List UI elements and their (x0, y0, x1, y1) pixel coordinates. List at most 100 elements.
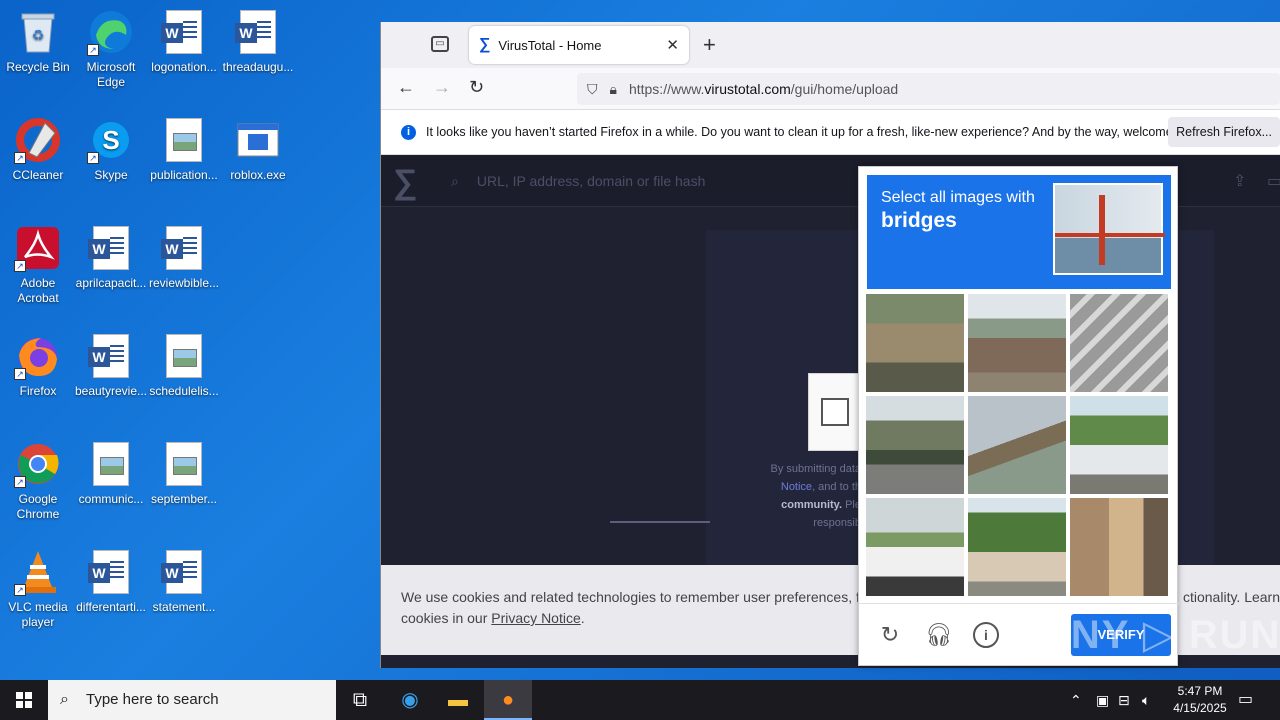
notifications-icon[interactable]: ▭ (1238, 680, 1253, 720)
desktop-icon-differentarti[interactable]: W differentarti... (73, 548, 149, 615)
svg-text:♻: ♻ (32, 27, 45, 43)
search-icon: ⌕ (60, 691, 69, 708)
taskbar-edge-icon[interactable]: ◉ (386, 680, 434, 720)
image-document-icon (160, 116, 208, 164)
shortcut-arrow-icon: ↗ (87, 152, 99, 164)
word-document-icon: W (160, 548, 208, 596)
image-document-icon (160, 440, 208, 488)
taskbar-firefox-icon[interactable]: ● (484, 680, 532, 720)
word-document-icon: W (87, 548, 135, 596)
word-document-icon: W (87, 224, 135, 272)
shortcut-arrow-icon: ↗ (14, 368, 26, 380)
new-tab-icon[interactable]: + (703, 32, 716, 58)
desktop-icon-communic[interactable]: communic... (73, 440, 149, 507)
shortcut-arrow-icon: ↗ (87, 44, 99, 56)
captcha-tile-1[interactable] (866, 294, 964, 392)
shortcut-arrow-icon: ↗ (14, 584, 26, 596)
file-explorer-icon[interactable]: ▬ (434, 680, 482, 720)
desktop-icon-logonation[interactable]: W logonation... (146, 8, 222, 75)
tray-overflow-icon[interactable]: ⌃ (1070, 680, 1082, 720)
firefox-icon: ↗ (14, 332, 62, 380)
chat-icon[interactable]: ▭ (1267, 171, 1280, 191)
notice-link[interactable]: Notice (781, 481, 812, 493)
image-document-icon (87, 440, 135, 488)
url-bar[interactable]: ⛉ 🔒︎ https://www. virustotal.com/gui/home… (577, 73, 1280, 105)
url-path: /gui/home/upload (790, 81, 899, 97)
desktop-icon-threadaugu[interactable]: W threadaugu... (220, 8, 296, 75)
desktop-icon-publication[interactable]: publication... (146, 116, 222, 183)
search-icon: ⌕ (451, 173, 459, 189)
captcha-tile-3[interactable] (1070, 294, 1168, 392)
captcha-challenge: Select all images with bridges ↻ 🎧︎ i VE… (858, 166, 1179, 666)
network-icon[interactable]: ⊟ (1118, 680, 1130, 720)
back-icon[interactable]: ← (397, 77, 415, 98)
tab-title: VirusTotal - Home (498, 37, 602, 53)
volume-icon[interactable]: 🔈︎ (1142, 680, 1150, 720)
edge-icon: ↗ (87, 8, 135, 56)
start-button[interactable] (0, 680, 48, 720)
desktop-icon-roblox[interactable]: roblox.exe (220, 116, 296, 183)
system-clock[interactable]: 5:47 PM 4/15/2025 (1160, 683, 1240, 717)
tab-close-icon[interactable]: ✕ (666, 36, 679, 54)
reload-icon[interactable]: ↻ (469, 77, 484, 98)
lock-icon[interactable]: 🔒︎ (610, 81, 617, 98)
recycle-bin-icon: ♻ (14, 8, 62, 56)
captcha-tile-2[interactable] (968, 294, 1066, 392)
task-view-icon[interactable]: ⧉ (336, 680, 384, 720)
url-domain: virustotal.com (704, 81, 791, 97)
desktop-icon-edge[interactable]: ↗ Microsoft Edge (73, 8, 149, 90)
desktop-icon-google-chrome[interactable]: ↗ Google Chrome (0, 440, 76, 522)
captcha-prompt: Select all images with bridges (867, 175, 1171, 289)
desktop-icon-schedulelis[interactable]: schedulelis... (146, 332, 222, 399)
desktop-icon-statement[interactable]: W statement... (146, 548, 222, 615)
info-icon[interactable]: i (973, 622, 999, 648)
virustotal-favicon-icon: ∑ (479, 36, 491, 53)
desktop-icon-reviewbible[interactable]: W reviewbible... (146, 224, 222, 291)
captcha-checkbox[interactable] (821, 398, 849, 426)
audio-headphones-icon[interactable]: 🎧︎ (925, 622, 953, 648)
tab-virustotal-home[interactable]: ∑ VirusTotal - Home ✕ (469, 26, 689, 64)
desktop-icon-september[interactable]: september... (146, 440, 222, 507)
vt-search-input[interactable]: ⌕ URL, IP address, domain or file hash (451, 165, 871, 197)
svg-text:S: S (102, 125, 119, 155)
taskbar-search-box[interactable]: ⌕ Type here to search (48, 680, 336, 720)
captcha-tile-5[interactable] (968, 396, 1066, 494)
refresh-firefox-button[interactable]: Refresh Firefox... (1168, 117, 1280, 147)
forward-icon[interactable]: → (433, 77, 451, 98)
desktop-icon-adobe-acrobat[interactable]: ↗ Adobe Acrobat (0, 224, 76, 306)
executable-icon (234, 116, 282, 164)
word-document-icon: W (160, 8, 208, 56)
anyrun-watermark: ANY ▷ RUN (1040, 613, 1280, 657)
info-icon: i (401, 124, 416, 140)
shortcut-arrow-icon: ↗ (14, 152, 26, 164)
desktop-icon-beautyrevie[interactable]: W beautyrevie... (73, 332, 149, 399)
tracking-shield-icon[interactable]: ⛉ (587, 81, 598, 98)
captcha-tile-8[interactable] (968, 498, 1066, 596)
captcha-tile-9[interactable] (1070, 498, 1168, 596)
vt-submit-notice: By submitting data Notice, and to th com… (770, 463, 862, 529)
url-prefix: https://www. (628, 81, 705, 97)
tab-list-icon[interactable]: ▭ (431, 36, 449, 52)
desktop-icon-firefox[interactable]: ↗ Firefox (0, 332, 76, 399)
virustotal-logo-icon[interactable]: ∑ (393, 165, 429, 199)
shortcut-arrow-icon: ↗ (14, 260, 26, 272)
captcha-checkbox-widget (808, 373, 864, 451)
desktop-icon-recycle-bin[interactable]: ♻ Recycle Bin (0, 8, 76, 75)
tray-device-icon[interactable]: ▣ (1096, 680, 1109, 720)
refresh-firefox-notice: i It looks like you haven’t started Fire… (381, 110, 1280, 155)
word-document-icon: W (234, 8, 282, 56)
word-document-icon: W (87, 332, 135, 380)
upload-icon[interactable]: ⇪ (1233, 171, 1246, 191)
captcha-tile-6[interactable] (1070, 396, 1168, 494)
image-document-icon (160, 332, 208, 380)
captcha-tile-7[interactable] (866, 498, 964, 596)
desktop-icon-aprilcapacit[interactable]: W aprilcapacit... (73, 224, 149, 291)
desktop-icon-skype[interactable]: S ↗ Skype (73, 116, 149, 183)
captcha-tile-4[interactable] (866, 396, 964, 494)
privacy-notice-link[interactable]: Privacy Notice (491, 610, 580, 626)
desktop-icon-ccleaner[interactable]: ↗ CCleaner (0, 116, 76, 183)
desktop-icon-vlc[interactable]: ↗ VLC media player (0, 548, 76, 630)
skype-icon: S ↗ (87, 116, 135, 164)
refresh-icon[interactable]: ↻ (877, 622, 903, 648)
vlc-icon: ↗ (14, 548, 62, 596)
